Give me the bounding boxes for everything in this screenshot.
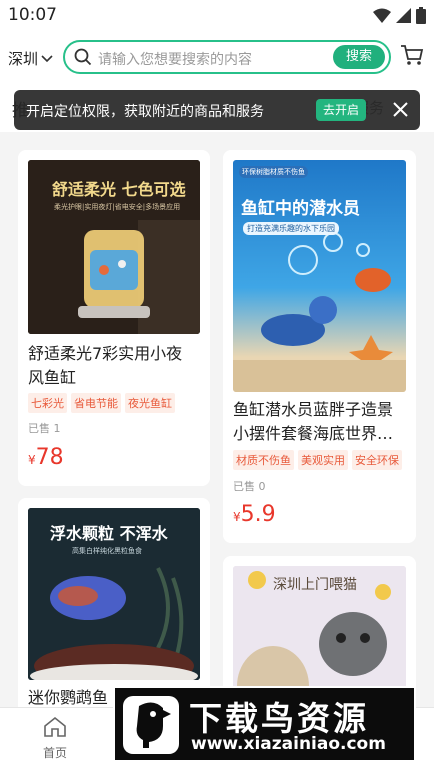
status-time: 10:07 (8, 5, 57, 25)
signal-icon (396, 8, 411, 23)
product-title: 舒适柔光7彩实用小夜 风鱼缸 (28, 344, 183, 387)
battery-icon (416, 7, 426, 24)
image-caption: 浮水颗粒 不浑水 (50, 524, 168, 543)
image-caption: 舒适柔光 七色可选 (52, 180, 186, 199)
city-selector[interactable]: 深圳 (8, 48, 53, 69)
bird-logo-icon (123, 696, 179, 754)
product-image: 浮水颗粒 不浑水 高集白样纯化黑粒鱼食 (28, 508, 200, 680)
watermark-title: 下载鸟资源 (189, 699, 369, 738)
search-placeholder: 请输入您想要搜索的内容 (98, 52, 252, 68)
tag: 省电节能 (71, 393, 121, 413)
product-tags: 材质不伤鱼 美观实用 安全环保 (233, 450, 402, 470)
city-label: 深圳 (8, 50, 39, 68)
search-button[interactable]: 搜索 (333, 45, 385, 69)
product-price: ¥5.9 (233, 502, 276, 527)
status-bar: 10:07 (0, 0, 434, 32)
product-card[interactable]: 舒适柔光 七色可选 柔光护眼|实用夜灯|省电安全|多场景应用 舒适柔光7彩实用小… (18, 150, 210, 486)
product-card[interactable]: 环保树脂材质不伤鱼 鱼缸中的潜水员 打造充满乐趣的水下乐园 鱼缸潜水员蓝胖子造景… (223, 150, 416, 543)
chevron-down-icon (41, 54, 53, 62)
status-icons (373, 7, 426, 24)
wifi-icon (373, 8, 391, 23)
product-image: 舒适柔光 七色可选 柔光护眼|实用夜灯|省电安全|多场景应用 (28, 160, 200, 334)
search-icon (74, 48, 92, 66)
product-price: ¥78 (28, 445, 64, 470)
tag: 材质不伤鱼 (233, 450, 294, 470)
watermark: 下载鸟资源 www.xiazainiao.com (113, 686, 416, 762)
nav-home-label: 首页 (42, 746, 67, 760)
enable-location-button[interactable]: 去开启 (316, 99, 366, 121)
product-title: 鱼缸潜水员蓝胖子造景 小摆件套餐海底世界… (233, 400, 394, 443)
image-subcaption: 柔光护眼|实用夜灯|省电安全|多场景应用 (54, 203, 181, 211)
image-subcaption: 高集白样纯化黑粒鱼食 (72, 547, 142, 555)
search-input[interactable]: 请输入您想要搜索的内容 搜索 (63, 40, 391, 74)
sold-count: 已售 0 (233, 480, 266, 493)
toast-message: 开启定位权限，获取附近的商品和服务 (26, 104, 264, 120)
nav-home[interactable]: 首页 (30, 716, 80, 761)
header: 深圳 请输入您想要搜索的内容 搜索 (0, 32, 434, 84)
image-badge: 环保树脂材质不伤鱼 (239, 166, 308, 178)
tag: 安全环保 (352, 450, 402, 470)
image-caption: 鱼缸中的潜水员 (241, 199, 360, 219)
location-permission-toast: 开启定位权限，获取附近的商品和服务 去开启 (14, 90, 420, 130)
product-image: 环保树脂材质不伤鱼 鱼缸中的潜水员 打造充满乐趣的水下乐园 (233, 160, 406, 392)
tag: 美观实用 (298, 450, 348, 470)
watermark-url: www.xiazainiao.com (191, 734, 386, 754)
tag: 夜光鱼缸 (125, 393, 175, 413)
close-icon[interactable] (393, 102, 408, 117)
product-tags: 七彩光 省电节能 夜光鱼缸 (28, 393, 175, 413)
home-icon (44, 716, 66, 737)
image-subcaption: 打造充满乐趣的水下乐园 (243, 222, 339, 235)
tag: 七彩光 (28, 393, 67, 413)
image-caption: 深圳上门喂猫 (273, 577, 357, 593)
cart-icon[interactable] (400, 44, 424, 66)
sold-count: 已售 1 (28, 422, 61, 435)
